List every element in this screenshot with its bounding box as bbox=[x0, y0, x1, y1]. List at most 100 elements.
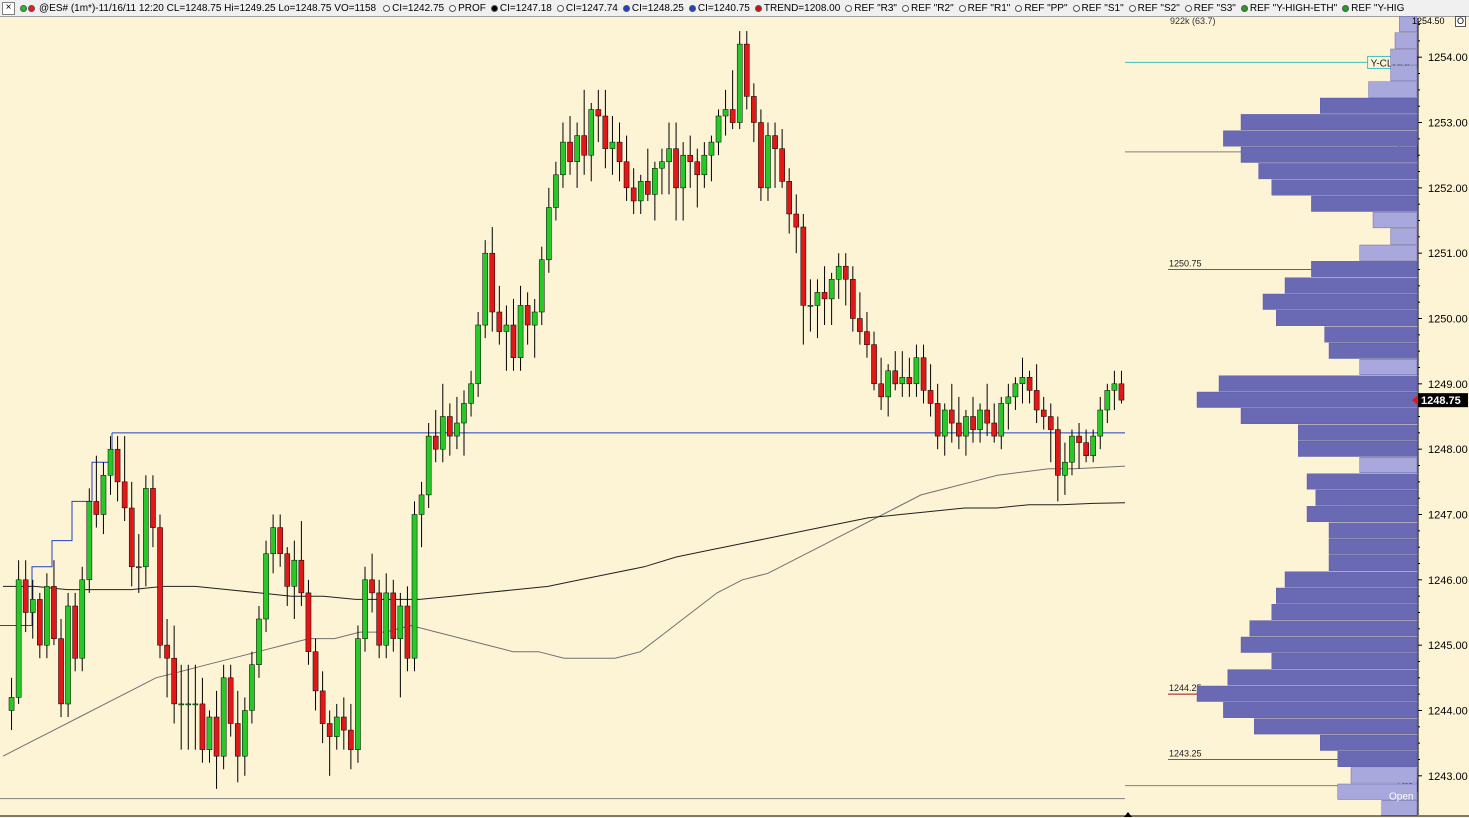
reference-level-label: 1244.25 bbox=[1169, 683, 1202, 693]
candle bbox=[708, 135, 715, 182]
candle bbox=[263, 540, 269, 633]
candle-body bbox=[835, 265, 842, 280]
candle-body bbox=[312, 651, 319, 692]
profile-volume-label: 922k (63.7) bbox=[1170, 16, 1216, 26]
candle-body bbox=[93, 501, 100, 515]
candle bbox=[864, 311, 870, 358]
candle-body bbox=[1097, 409, 1104, 437]
candle-body bbox=[673, 148, 679, 189]
candle-body bbox=[439, 416, 446, 450]
candle bbox=[842, 253, 849, 306]
candle-body bbox=[977, 409, 983, 430]
candle bbox=[743, 31, 750, 110]
volume-profile-bar bbox=[1328, 538, 1418, 555]
candle-body bbox=[857, 318, 863, 332]
candle bbox=[220, 664, 227, 770]
volume-profile-bar bbox=[1271, 604, 1418, 620]
candle bbox=[72, 592, 78, 672]
candle-body bbox=[234, 723, 241, 757]
candle-body bbox=[150, 488, 156, 528]
candle bbox=[29, 579, 36, 639]
volume-profile-bar bbox=[1262, 293, 1418, 310]
candle-body bbox=[404, 605, 411, 659]
candle bbox=[510, 298, 517, 371]
volume-profile-bar bbox=[1253, 718, 1418, 735]
candle-body bbox=[864, 331, 870, 345]
candle bbox=[8, 677, 15, 731]
candle-body bbox=[432, 435, 439, 450]
candle bbox=[93, 455, 100, 528]
candle bbox=[227, 664, 234, 737]
price-tick-label: 1249.00 bbox=[1428, 379, 1468, 391]
candle bbox=[546, 187, 552, 273]
volume-profile-bar bbox=[1328, 555, 1418, 571]
candle-body bbox=[206, 716, 213, 750]
candle-body bbox=[305, 592, 312, 652]
candle bbox=[807, 279, 814, 332]
candle bbox=[270, 514, 276, 574]
price-tick-label: 1253.00 bbox=[1428, 118, 1468, 130]
candle-body bbox=[637, 181, 644, 202]
candle-body bbox=[991, 422, 998, 437]
candle bbox=[906, 357, 913, 397]
candle-body bbox=[65, 605, 71, 705]
candle-body bbox=[623, 161, 630, 189]
candle bbox=[920, 344, 927, 404]
candle bbox=[100, 462, 107, 535]
price-tick-label: 1248.00 bbox=[1428, 444, 1468, 456]
candle-body bbox=[284, 553, 291, 587]
candle-body bbox=[489, 252, 496, 313]
candle bbox=[1104, 383, 1111, 424]
candle-body bbox=[510, 324, 517, 358]
candle bbox=[192, 664, 199, 750]
candle bbox=[242, 697, 248, 776]
candle bbox=[850, 266, 856, 332]
volume-profile-bar bbox=[1218, 375, 1418, 392]
candle-body bbox=[758, 122, 764, 189]
candle-body bbox=[178, 703, 185, 706]
candle-body bbox=[659, 161, 665, 169]
candle-body bbox=[701, 154, 708, 176]
candle-body bbox=[213, 716, 220, 757]
candle-body bbox=[468, 383, 474, 404]
volume-profile-bar bbox=[1240, 114, 1418, 131]
candle-body bbox=[984, 409, 990, 424]
volume-profile-bar bbox=[1297, 424, 1418, 441]
candle bbox=[567, 115, 573, 175]
moving-average-line bbox=[3, 502, 1126, 600]
candle-body bbox=[524, 305, 531, 326]
candle-body bbox=[779, 148, 785, 182]
candle-body bbox=[729, 109, 736, 123]
candle bbox=[630, 168, 637, 214]
candle bbox=[37, 592, 43, 659]
candle-body bbox=[948, 409, 955, 424]
candle bbox=[963, 409, 969, 456]
candle bbox=[439, 383, 446, 463]
price-chart[interactable]: Y-CLOSEPP1250.751244.251243.25S1 922k (6… bbox=[0, 0, 1469, 818]
candle-body bbox=[355, 638, 361, 750]
candle-body bbox=[927, 390, 934, 404]
candle bbox=[991, 403, 998, 443]
candle bbox=[341, 697, 347, 750]
candle bbox=[687, 135, 694, 188]
reference-level-label: 1250.75 bbox=[1169, 259, 1202, 269]
candle bbox=[79, 566, 86, 672]
candle bbox=[659, 148, 665, 195]
candle-body bbox=[1090, 435, 1096, 456]
candle bbox=[779, 129, 785, 188]
candle-body bbox=[892, 370, 899, 385]
candle bbox=[637, 174, 644, 214]
candle-body bbox=[397, 605, 404, 639]
candle-body bbox=[482, 252, 489, 326]
candle-body bbox=[185, 703, 192, 706]
candle bbox=[411, 501, 418, 672]
candle bbox=[800, 213, 807, 345]
candle bbox=[857, 292, 863, 345]
candle-body bbox=[1033, 390, 1040, 411]
candle bbox=[185, 664, 192, 750]
volume-profile-bar bbox=[1337, 751, 1418, 767]
candle-body bbox=[1062, 461, 1068, 476]
candle bbox=[319, 671, 326, 744]
candle-body bbox=[79, 579, 86, 659]
candle bbox=[595, 89, 602, 143]
